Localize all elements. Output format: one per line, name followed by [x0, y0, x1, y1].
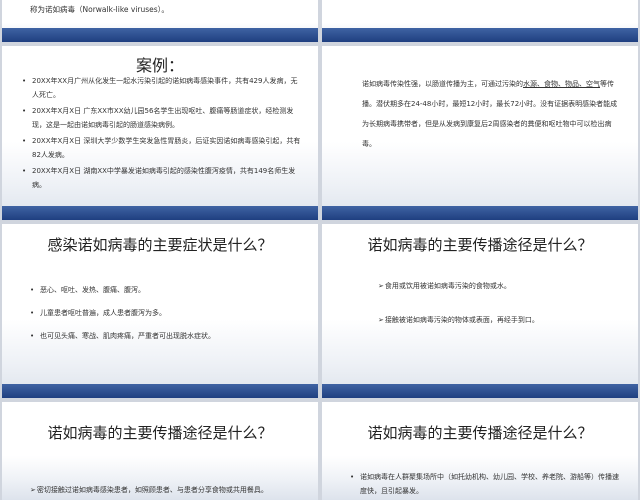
slide-footer-bar: [2, 206, 318, 220]
slide-3-title: 案例：: [135, 56, 184, 75]
slide-footer-bar: [322, 206, 638, 220]
symptom-item: 恶心、呕吐、发热、腹痛、腹泻。: [30, 284, 300, 296]
route-item: ➢接触被诺如病毒污染的物体或表面，再经手到口。: [378, 316, 539, 324]
slide-footer-bar: [322, 384, 638, 398]
route-list: ➢密切接触过诺如病毒感染患者，如照顾患者、与患者分享食物或共用餐具。: [30, 484, 310, 500]
slide-7-thumbnail[interactable]: 诺如病毒的主要传播途径是什么？ ➢密切接触过诺如病毒感染患者，如照顾患者、与患者…: [2, 402, 318, 500]
underlined-transmission-media: 水源、食物、物品、空气: [523, 80, 600, 88]
case-item: 20XX年X月X日 广东XX市XX幼儿园56名学生出现呕吐、腹痛等肠道症状，经检…: [22, 104, 302, 132]
transmission-paragraph: 诺如病毒传染性强，以肠道传播为主，可通过污染的水源、食物、物品、空气等传播。潜伏…: [362, 74, 620, 154]
slide-8-thumbnail[interactable]: 诺如病毒的主要传播途径是什么？ 诺如病毒在人群聚集场所中（如托幼机构、幼儿园、学…: [322, 402, 638, 500]
slide-4-thumbnail[interactable]: 诺如病毒传染性强，以肠道传播为主，可通过污染的水源、食物、物品、空气等传播。潜伏…: [322, 46, 638, 220]
slide-2-thumbnail[interactable]: [322, 0, 638, 42]
slide-5-title: 感染诺如病毒的主要症状是什么？: [47, 236, 273, 254]
arrow-bullet-icon: ➢: [378, 316, 384, 324]
route-item: 诺如病毒在人群聚集场所中（如托幼机构、幼儿园、学校、养老院、游船等）传播速度快，…: [350, 470, 620, 498]
route-item: ➢密切接触过诺如病毒感染患者，如照顾患者、与患者分享食物或共用餐具。: [30, 486, 268, 494]
slide-8-title: 诺如病毒的主要传播途径是什么？: [367, 424, 593, 442]
route-list: 诺如病毒在人群聚集场所中（如托幼机构、幼儿园、学校、养老院、游船等）传播速度快，…: [350, 470, 620, 500]
symptom-list: 恶心、呕吐、发热、腹痛、腹泻。 儿童患者呕吐普遍，成人患者腹泻为多。 也可见头痛…: [30, 284, 300, 353]
arrow-bullet-icon: ➢: [30, 486, 36, 494]
slide-1-thumbnail[interactable]: 称为诺如病毒（Norwalk-like viruses）。: [2, 0, 318, 42]
paragraph-text: 等传播。潜伏期多在24-48小时，最短12小时，最长72小时。没有证据表明感染者…: [362, 80, 618, 148]
symptom-item: 也可见头痛、寒战、肌肉疼痛，严重者可出现脱水症状。: [30, 330, 300, 342]
case-item: 20XX年XX月广州从化发生一起水污染引起的诺如病毒感染事件，共有429人发病，…: [22, 74, 302, 102]
paragraph-text: 诺如病毒传染性强，以肠道传播为主，可通过污染的: [362, 80, 523, 88]
slide-1-text-fragment: 称为诺如病毒（Norwalk-like viruses）。: [30, 5, 169, 14]
slide-footer-bar: [322, 28, 638, 42]
symptom-item: 儿童患者呕吐普遍，成人患者腹泻为多。: [30, 307, 300, 319]
slide-6-thumbnail[interactable]: 诺如病毒的主要传播途径是什么？ ➢食用或饮用被诺如病毒污染的食物或水。 ➢接触被…: [322, 224, 638, 398]
route-list: ➢食用或饮用被诺如病毒污染的食物或水。 ➢接触被诺如病毒污染的物体或表面，再经手…: [378, 280, 618, 348]
slide-grid: 称为诺如病毒（Norwalk-like viruses）。 案例： 20XX年X…: [0, 0, 640, 500]
slide-3-thumbnail[interactable]: 案例： 20XX年XX月广州从化发生一起水污染引起的诺如病毒感染事件，共有429…: [2, 46, 318, 220]
case-item: 20XX年X月X日 深圳大学少数学生突发急性胃肠炎，后证实因诺如病毒感染引起，共…: [22, 134, 302, 162]
slide-7-title: 诺如病毒的主要传播途径是什么？: [47, 424, 273, 442]
case-list: 20XX年XX月广州从化发生一起水污染引起的诺如病毒感染事件，共有429人发病，…: [22, 74, 302, 194]
slide-footer-bar: [2, 28, 318, 42]
route-item: ➢食用或饮用被诺如病毒污染的食物或水。: [378, 282, 511, 290]
arrow-bullet-icon: ➢: [378, 282, 384, 290]
slide-5-thumbnail[interactable]: 感染诺如病毒的主要症状是什么？ 恶心、呕吐、发热、腹痛、腹泻。 儿童患者呕吐普遍…: [2, 224, 318, 398]
slide-6-title: 诺如病毒的主要传播途径是什么？: [367, 236, 593, 254]
slide-footer-bar: [2, 384, 318, 398]
case-item: 20XX年X月X日 湖南XX中学暴发诺如病毒引起的感染性腹泻疫情，共有149名师…: [22, 164, 302, 192]
